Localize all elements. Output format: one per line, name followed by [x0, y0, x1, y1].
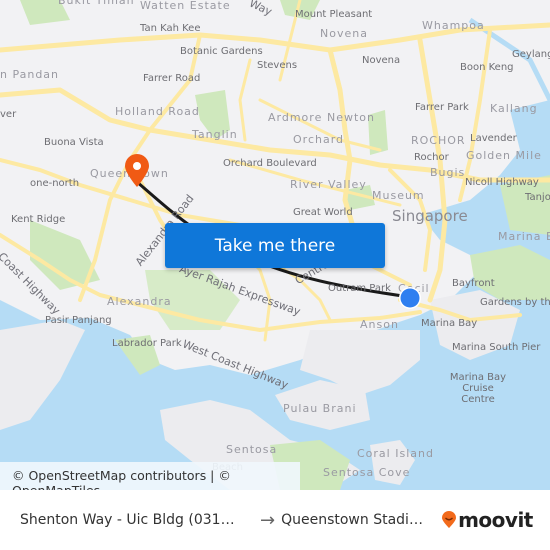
- map-label: Stevens: [257, 60, 298, 71]
- take-me-there-button[interactable]: Take me there: [165, 223, 385, 268]
- map-label: Lavender: [470, 133, 517, 144]
- map[interactable]: Bukit Timah Watten Estate Tan Kah Kee Mount…: [0, 0, 550, 490]
- map-label: Marina South Pier: [452, 342, 541, 353]
- map-label: Novena: [320, 27, 368, 40]
- map-label: Pulau Brani: [283, 402, 357, 415]
- map-label: Nicoll Highway: [465, 177, 539, 188]
- origin-dot-icon[interactable]: [398, 286, 422, 310]
- map-label: Museum: [372, 189, 425, 202]
- moovit-logo[interactable]: moovit: [441, 508, 533, 532]
- map-label: Sentosa: [226, 443, 278, 456]
- map-label: Botanic Gardens: [180, 46, 263, 57]
- map-label: Outram Park: [328, 283, 391, 294]
- map-label: Bayfront: [452, 278, 495, 289]
- map-label: Geylang B: [512, 49, 550, 60]
- map-label: Kent Ridge: [11, 214, 66, 225]
- map-label: Orchard: [293, 133, 345, 146]
- map-label: Tanjong: [525, 192, 550, 203]
- map-label: Farrer Road: [143, 73, 201, 84]
- map-label: Sentosa Cove: [323, 466, 411, 479]
- map-label: Bukit Timah: [58, 0, 135, 7]
- map-label: Orchard Boulevard: [223, 158, 317, 169]
- map-attribution[interactable]: © OpenStreetMap contributors | © OpenMap…: [0, 462, 300, 490]
- map-label: Alexandra: [107, 295, 172, 308]
- map-label: Great World: [293, 207, 353, 218]
- map-label: n Pandan: [0, 68, 60, 81]
- map-label: Novena: [362, 55, 401, 66]
- destination-pin-icon[interactable]: [124, 154, 150, 188]
- map-label: Anson: [360, 318, 399, 331]
- map-label: Tanglin: [192, 128, 238, 141]
- map-label: ROCHOR: [411, 134, 466, 147]
- map-label: Buona Vista: [44, 137, 104, 148]
- map-label: ver: [0, 109, 17, 120]
- map-label: Marina Bay Cruise Centre: [449, 372, 507, 405]
- destination-stop-name: Queenstown Stadi…: [281, 512, 423, 528]
- moovit-pin-icon: [442, 511, 457, 528]
- moovit-wordmark: moovit: [458, 508, 533, 532]
- map-label: Ardmore: [268, 111, 323, 124]
- map-label: Rochor: [414, 152, 449, 163]
- origin-stop-name: Shenton Way - Uic Bldg (031…: [20, 512, 235, 528]
- map-label: Pasir Panjang: [45, 315, 112, 326]
- map-label: Singapore: [392, 207, 468, 225]
- map-label: Gardens by the Bay: [480, 297, 550, 308]
- map-label: Kallang: [490, 102, 538, 115]
- map-label: Mount Pleasant: [295, 9, 373, 20]
- map-label: Labrador Park: [112, 338, 182, 349]
- map-label: Newton: [327, 111, 376, 124]
- map-label: Farrer Park: [415, 102, 469, 113]
- map-label: one-north: [30, 178, 80, 189]
- map-label: Whampoa: [422, 19, 485, 32]
- route-footer: Shenton Way - Uic Bldg (031… → Queenstow…: [0, 490, 550, 550]
- map-label: Boon Keng: [460, 62, 514, 73]
- map-label: Coral Island: [357, 447, 434, 460]
- map-label: Bugis: [430, 166, 466, 179]
- map-label: River Valley: [290, 178, 367, 191]
- map-label: Marina East: [498, 230, 550, 243]
- map-label: Golden Mile: [466, 149, 542, 162]
- map-label: Watten Estate: [140, 0, 231, 12]
- map-label: Tan Kah Kee: [140, 23, 201, 34]
- map-label: Marina Bay: [421, 318, 478, 329]
- map-label: Holland Road: [115, 105, 200, 118]
- arrow-right-icon: →: [260, 509, 276, 531]
